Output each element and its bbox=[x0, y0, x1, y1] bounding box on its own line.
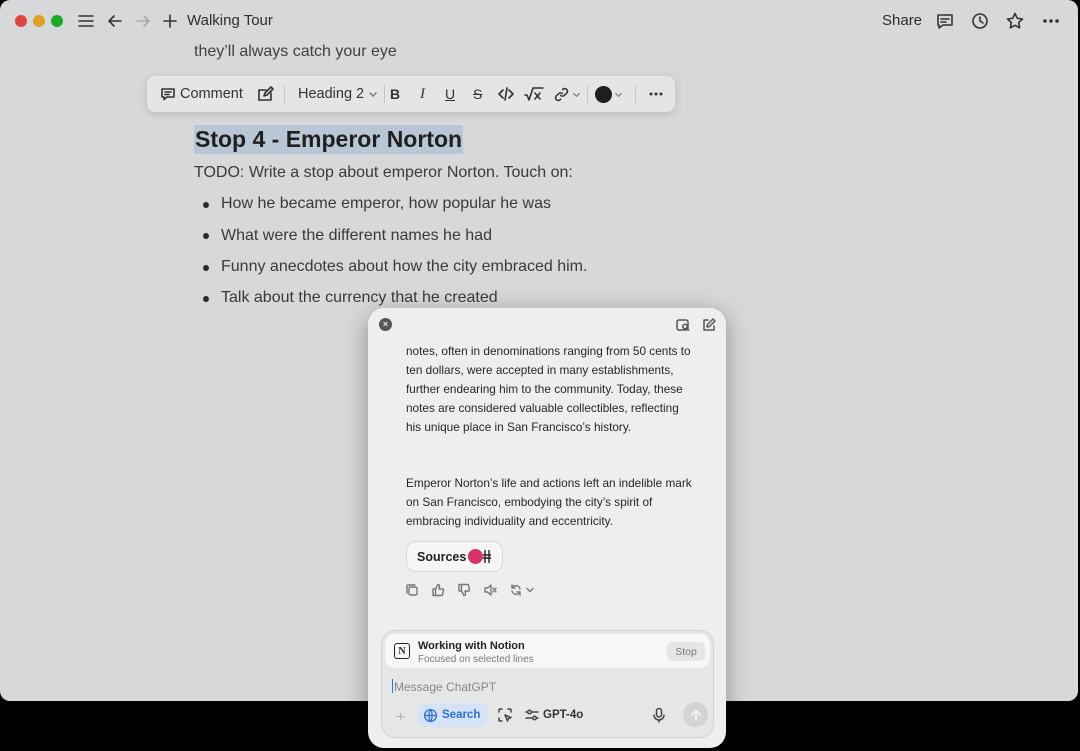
message-composer: N Working with Notion Focused on selecte… bbox=[381, 630, 714, 738]
block-type-label: Heading 2 bbox=[298, 86, 365, 102]
open-in-window-icon[interactable] bbox=[675, 317, 691, 333]
new-chat-icon[interactable] bbox=[701, 317, 717, 333]
more-formatting-button[interactable] bbox=[647, 76, 665, 112]
source-favicon-icon bbox=[468, 549, 483, 564]
edit-pen-icon bbox=[258, 86, 274, 101]
globe-icon bbox=[423, 708, 438, 722]
response-paragraph: notes, often in denominations ranging fr… bbox=[406, 344, 691, 434]
equation-icon bbox=[524, 87, 544, 101]
sidebar-menu-icon[interactable] bbox=[75, 10, 97, 32]
toolbar-divider bbox=[384, 85, 385, 103]
zoom-window-button[interactable] bbox=[51, 15, 63, 27]
regenerate-icon[interactable] bbox=[509, 583, 537, 597]
underline-button[interactable]: U bbox=[445, 76, 455, 112]
bullet-item[interactable]: What were the different names he had bbox=[221, 227, 492, 245]
back-arrow-icon[interactable] bbox=[104, 10, 126, 32]
close-panel-button[interactable]: × bbox=[379, 318, 392, 331]
send-button[interactable] bbox=[683, 702, 708, 727]
message-placeholder: Message ChatGPT bbox=[394, 680, 497, 694]
bullet-item[interactable]: How he became emperor, how popular he wa… bbox=[221, 195, 551, 213]
bullet-marker bbox=[203, 233, 209, 239]
color-swatch bbox=[595, 85, 612, 103]
sources-button[interactable]: Sources bbox=[406, 541, 503, 572]
bullet-marker bbox=[203, 202, 209, 208]
link-button[interactable] bbox=[553, 76, 581, 112]
toolbar-divider bbox=[635, 85, 636, 103]
italic-button[interactable]: I bbox=[420, 76, 425, 112]
thumbs-down-icon[interactable] bbox=[457, 583, 471, 597]
minimize-window-button[interactable] bbox=[33, 15, 45, 27]
stop-button[interactable]: Stop bbox=[667, 642, 705, 661]
page-title: Walking Tour bbox=[187, 12, 273, 29]
close-window-button[interactable] bbox=[15, 15, 27, 27]
code-button[interactable] bbox=[497, 76, 515, 112]
chevron-down-icon bbox=[615, 92, 622, 97]
read-aloud-icon[interactable] bbox=[483, 583, 497, 597]
attach-plus-icon[interactable]: + bbox=[396, 709, 405, 727]
text-caret bbox=[392, 679, 393, 693]
notion-logo-icon: N bbox=[394, 643, 410, 659]
model-selector[interactable]: GPT-4o bbox=[543, 709, 583, 721]
bullet-marker bbox=[203, 265, 209, 271]
toolbar-divider bbox=[284, 85, 285, 103]
comment-label: Comment bbox=[180, 86, 243, 102]
model-settings-icon[interactable] bbox=[524, 707, 540, 723]
history-clock-icon[interactable] bbox=[969, 10, 991, 32]
microphone-icon[interactable] bbox=[651, 707, 667, 723]
more-options-icon[interactable] bbox=[1040, 10, 1062, 32]
bullet-item[interactable]: Talk about the currency that he created bbox=[221, 289, 498, 307]
sources-label: Sources bbox=[417, 549, 467, 564]
chevron-down-icon bbox=[573, 92, 580, 97]
send-arrow-icon bbox=[690, 709, 701, 720]
strikethrough-button[interactable]: S bbox=[473, 76, 482, 112]
response-paragraph: Emperor Norton’s life and actions left a… bbox=[406, 476, 692, 528]
ai-edit-button[interactable] bbox=[256, 76, 274, 112]
thumbs-up-icon[interactable] bbox=[431, 583, 445, 597]
link-icon bbox=[554, 87, 569, 101]
text-color-button[interactable] bbox=[595, 76, 623, 112]
bullet-marker bbox=[203, 296, 209, 302]
todo-paragraph[interactable]: TODO: Write a stop about emperor Norton.… bbox=[194, 164, 573, 182]
source-favicon-icon bbox=[483, 550, 491, 563]
new-page-plus-icon[interactable] bbox=[159, 10, 181, 32]
comment-icon bbox=[161, 88, 175, 101]
close-icon: × bbox=[382, 319, 389, 329]
selected-heading[interactable]: Stop 4 - Emperor Norton bbox=[194, 125, 464, 154]
context-subtitle: Focused on selected lines bbox=[418, 654, 534, 665]
comments-icon[interactable] bbox=[934, 10, 956, 32]
favorite-star-icon[interactable] bbox=[1004, 10, 1026, 32]
search-toggle-button[interactable]: Search bbox=[418, 703, 488, 727]
bullet-item[interactable]: Funny anecdotes about how the city embra… bbox=[221, 258, 587, 276]
share-button[interactable]: Share bbox=[882, 12, 922, 29]
preceding-text-line[interactable]: they’ll always catch your eye bbox=[194, 43, 397, 61]
app-context-card: N Working with Notion Focused on selecte… bbox=[385, 634, 710, 668]
more-dots-icon bbox=[649, 92, 663, 96]
comment-button[interactable]: Comment bbox=[160, 76, 243, 112]
message-input[interactable]: Message ChatGPT bbox=[392, 679, 692, 694]
titlebar: Walking Tour Share bbox=[0, 0, 1078, 42]
screen-select-icon[interactable] bbox=[497, 707, 513, 723]
bold-button[interactable]: B bbox=[390, 76, 400, 112]
equation-button[interactable] bbox=[524, 76, 544, 112]
chatgpt-panel: × notes, often in denominations ranging … bbox=[368, 308, 726, 748]
forward-arrow-icon[interactable] bbox=[132, 10, 154, 32]
copy-icon[interactable] bbox=[405, 583, 419, 597]
block-type-dropdown[interactable]: Heading 2 bbox=[298, 76, 378, 112]
formatting-toolbar: Comment Heading 2 B I U S bbox=[147, 76, 675, 112]
toolbar-divider bbox=[587, 85, 588, 103]
search-label: Search bbox=[442, 709, 481, 721]
context-title: Working with Notion bbox=[418, 640, 525, 652]
code-icon bbox=[498, 87, 514, 101]
chevron-down-icon bbox=[369, 92, 377, 97]
